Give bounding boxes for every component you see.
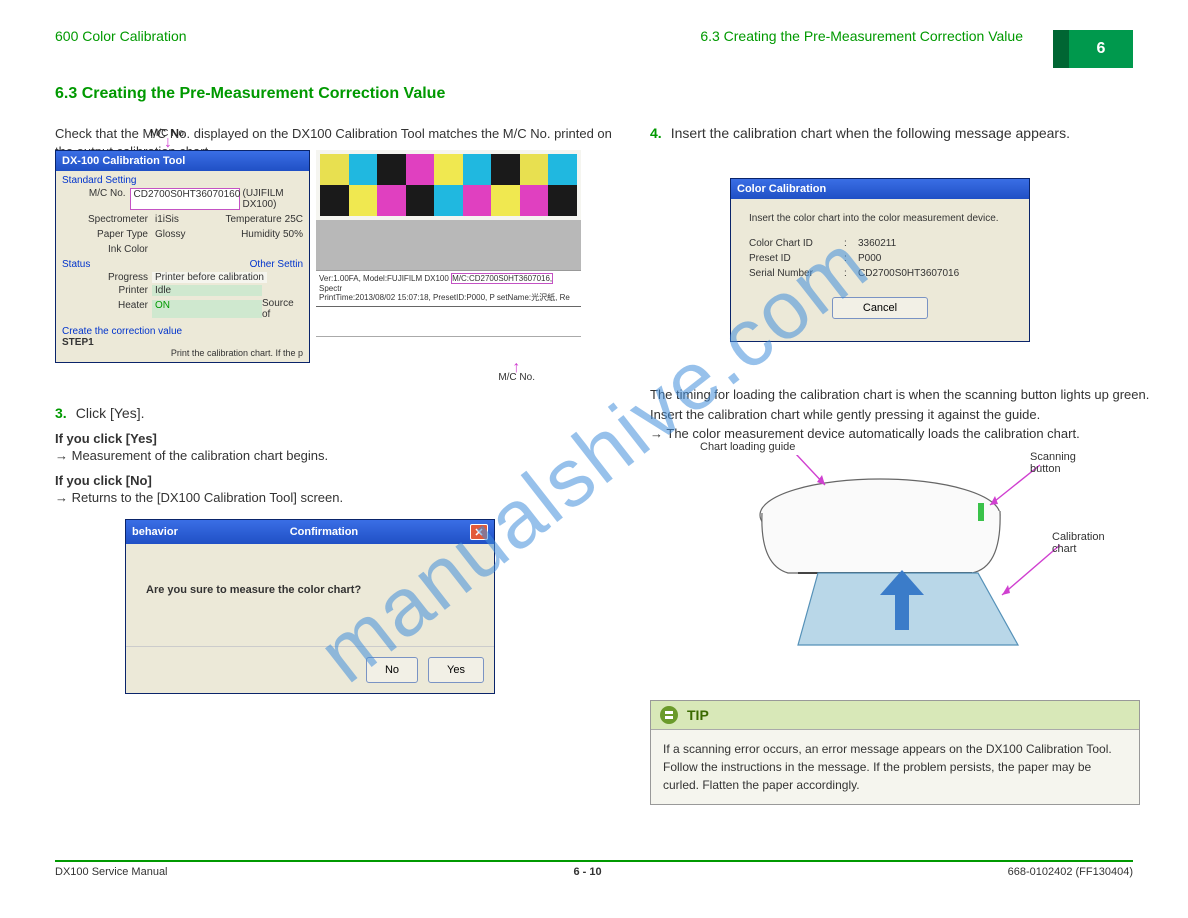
confirm-message: Are you sure to measure the color chart? bbox=[126, 544, 494, 646]
step-3-text: Click [Yes]. bbox=[76, 405, 145, 421]
page-footer: DX100 Service Manual 6 - 10 668-0102402 … bbox=[55, 860, 1133, 878]
tip-text: If a scanning error occurs, an error mes… bbox=[651, 730, 1139, 804]
serial-label: Serial Number bbox=[749, 268, 844, 279]
tip-icon bbox=[659, 705, 679, 725]
serial-value: CD2700S0HT3607016 bbox=[858, 268, 959, 279]
label-scan-button: Scanning button bbox=[1030, 451, 1076, 475]
header-left: 600 Color Calibration bbox=[55, 28, 187, 44]
paper-label: Paper Type bbox=[62, 229, 152, 240]
color-calibration-dialog: Color Calibration Insert the color chart… bbox=[730, 178, 1030, 342]
chart-mc-highlight: M/C:CD2700S0HT3607016, bbox=[451, 273, 553, 284]
scanning-button-led bbox=[978, 503, 984, 521]
if-yes-title: If you click [Yes] bbox=[55, 431, 615, 446]
ink-label: Ink Color bbox=[62, 244, 152, 255]
mcn-suffix: (UJIFILM DX100) bbox=[240, 188, 303, 210]
heater-label: Heater bbox=[62, 300, 152, 318]
printer-label: Printer bbox=[62, 285, 152, 296]
page-badge: 6 bbox=[1053, 30, 1133, 68]
color-patches bbox=[320, 154, 577, 216]
device-illustration bbox=[740, 455, 1070, 685]
progress-value: Printer before calibration bbox=[152, 272, 267, 283]
section-title: 6.3 Creating the Pre-Measurement Correct… bbox=[55, 85, 445, 103]
yes-button[interactable]: Yes bbox=[428, 657, 484, 683]
group-create: Create the correction value bbox=[62, 326, 303, 337]
header-right: 6.3 Creating the Pre-Measurement Correct… bbox=[700, 28, 1023, 44]
step1-label: STEP1 bbox=[62, 337, 303, 348]
close-icon[interactable]: ✕ bbox=[470, 524, 488, 540]
step1-text: Print the calibration chart. If the p bbox=[62, 348, 303, 358]
hum-label: Humidity bbox=[241, 229, 283, 240]
mc-no-label-1: M/C No. ↓ bbox=[150, 128, 187, 147]
step-3-num: 3. bbox=[55, 405, 67, 421]
step-5-text-2: Insert the calibration chart while gentl… bbox=[650, 405, 1150, 425]
preset-id-value: P000 bbox=[858, 253, 881, 264]
step-4-text: Insert the calibration chart when the fo… bbox=[671, 125, 1070, 141]
confirm-title: Confirmation bbox=[290, 526, 358, 538]
mc-no-label-2: ↑ M/C No. bbox=[498, 364, 535, 383]
group-standard: Standard Setting bbox=[62, 175, 303, 186]
cancel-button[interactable]: Cancel bbox=[832, 297, 928, 319]
temp-label: Temperature bbox=[226, 214, 285, 225]
chart-id-label: Color Chart ID bbox=[749, 238, 844, 249]
source-label: Source of bbox=[262, 298, 303, 320]
confirmation-dialog: behavior Confirmation ✕ Are you sure to … bbox=[125, 519, 495, 694]
if-yes-text: → Measurement of the calibration chart b… bbox=[55, 448, 615, 463]
cc-title: Color Calibration bbox=[737, 183, 826, 195]
mcn-value: CD2700S0HT36070160 bbox=[130, 188, 240, 210]
chart-info-1: Ver:1.00FA, Model:FUJIFILM DX100 bbox=[319, 274, 449, 283]
tip-title: TIP bbox=[687, 707, 709, 723]
group-status: Status bbox=[62, 259, 90, 270]
footer-left: DX100 Service Manual bbox=[55, 866, 168, 878]
calibration-tool-window: DX-100 Calibration Tool Standard Setting… bbox=[55, 150, 310, 363]
calib-title-bar: DX-100 Calibration Tool bbox=[56, 151, 309, 171]
preset-id-label: Preset ID bbox=[749, 253, 844, 264]
spec-value: i1iSis bbox=[152, 214, 182, 225]
group-other: Other Settin bbox=[250, 259, 303, 270]
hum-value: 50% bbox=[283, 229, 303, 240]
heater-value: ON bbox=[155, 300, 170, 311]
tip-box: TIP If a scanning error occurs, an error… bbox=[650, 700, 1140, 805]
spec-label: Spectrometer bbox=[62, 214, 152, 225]
if-no-title: If you click [No] bbox=[55, 473, 615, 488]
step-4-num: 4. bbox=[650, 125, 662, 141]
paper-value: Glossy bbox=[152, 229, 189, 240]
calibration-chart-printout: Ver:1.00FA, Model:FUJIFILM DX100 M/C:CD2… bbox=[316, 150, 581, 363]
step-5-text-1: The timing for loading the calibration c… bbox=[650, 385, 1150, 405]
temp-value: 25C bbox=[285, 214, 303, 225]
label-calibration-chart: Calibration chart bbox=[1052, 531, 1105, 555]
cc-message: Insert the color chart into the color me… bbox=[749, 213, 1011, 224]
label-chart-guide: Chart loading guide bbox=[700, 441, 795, 453]
progress-label: Progress bbox=[62, 272, 152, 283]
badge-number: 6 bbox=[1069, 30, 1133, 68]
chart-info-2: PrintTime:2013/08/02 15:07:18, PresetID:… bbox=[319, 293, 578, 303]
mcn-label: M/C No. bbox=[62, 188, 130, 210]
no-button[interactable]: No bbox=[366, 657, 418, 683]
printer-value: Idle bbox=[152, 285, 262, 296]
chart-id-value: 3360211 bbox=[858, 238, 896, 249]
footer-page: 6 - 10 bbox=[574, 866, 602, 878]
if-no-text: → Returns to the [DX100 Calibration Tool… bbox=[55, 490, 615, 505]
footer-right: 668-0102402 (FF130404) bbox=[1008, 866, 1133, 878]
